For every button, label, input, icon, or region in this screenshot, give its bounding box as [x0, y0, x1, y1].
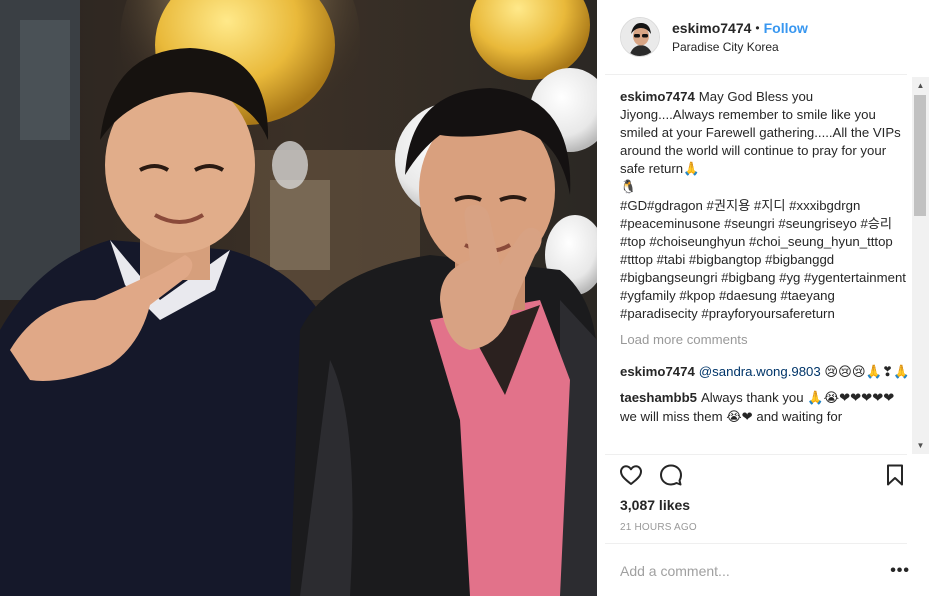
- header-username[interactable]: eskimo7474: [672, 19, 751, 37]
- comments-scrollbar[interactable]: ▲ ▼: [912, 77, 929, 454]
- caption-text: May God Bless you Jiyong....Always remem…: [620, 89, 906, 322]
- heart-icon: [620, 465, 642, 485]
- comment-item: eskimo7474 @sandra.wong.9803 😢😢😢🙏❣🙏: [620, 363, 910, 381]
- post-panel: eskimo7474 • Follow Paradise City Korea …: [597, 0, 930, 596]
- avatar[interactable]: [620, 17, 660, 57]
- comment-text: 😢😢😢🙏❣🙏: [820, 364, 910, 380]
- like-button[interactable]: [617, 461, 645, 489]
- comment-icon: [660, 464, 682, 486]
- scroll-up-arrow[interactable]: ▲: [912, 77, 929, 94]
- divider: [605, 74, 907, 75]
- post-timestamp[interactable]: 21 HOURS AGO: [620, 522, 697, 533]
- load-more-comments-button[interactable]: Load more comments: [620, 331, 910, 349]
- post-location[interactable]: Paradise City Korea: [672, 39, 808, 55]
- action-bar: [617, 460, 909, 490]
- separator-dot: •: [755, 21, 760, 35]
- post-header: eskimo7474 • Follow Paradise City Korea: [597, 0, 930, 74]
- photo-image: [0, 0, 597, 596]
- comment-item: taeshambb5 Always thank you 🙏😭❤❤❤❤❤ we wi…: [620, 389, 910, 425]
- comments-list[interactable]: eskimo7474 May God Bless you Jiyong....Al…: [620, 88, 910, 450]
- divider: [605, 543, 907, 544]
- avatar-image: [621, 18, 659, 56]
- comment-username[interactable]: taeshambb5: [620, 390, 697, 405]
- caption: eskimo7474 May God Bless you Jiyong....Al…: [620, 88, 910, 323]
- caption-username[interactable]: eskimo7474: [620, 89, 695, 104]
- bookmark-icon: [887, 464, 903, 486]
- follow-button[interactable]: Follow: [764, 19, 808, 37]
- comment-username[interactable]: eskimo7474: [620, 364, 695, 379]
- post-photo[interactable]: [0, 0, 597, 596]
- add-comment-input[interactable]: [620, 563, 870, 579]
- divider: [605, 454, 907, 455]
- scroll-thumb[interactable]: [914, 95, 926, 216]
- save-button[interactable]: [881, 461, 909, 489]
- likes-count[interactable]: 3,087 likes: [620, 497, 690, 513]
- add-comment-section: •••: [620, 555, 910, 587]
- comment-button[interactable]: [657, 461, 685, 489]
- more-options-button[interactable]: •••: [890, 563, 910, 579]
- scroll-down-arrow[interactable]: ▼: [912, 437, 929, 454]
- comment-mention[interactable]: @sandra.wong.9803: [699, 364, 821, 379]
